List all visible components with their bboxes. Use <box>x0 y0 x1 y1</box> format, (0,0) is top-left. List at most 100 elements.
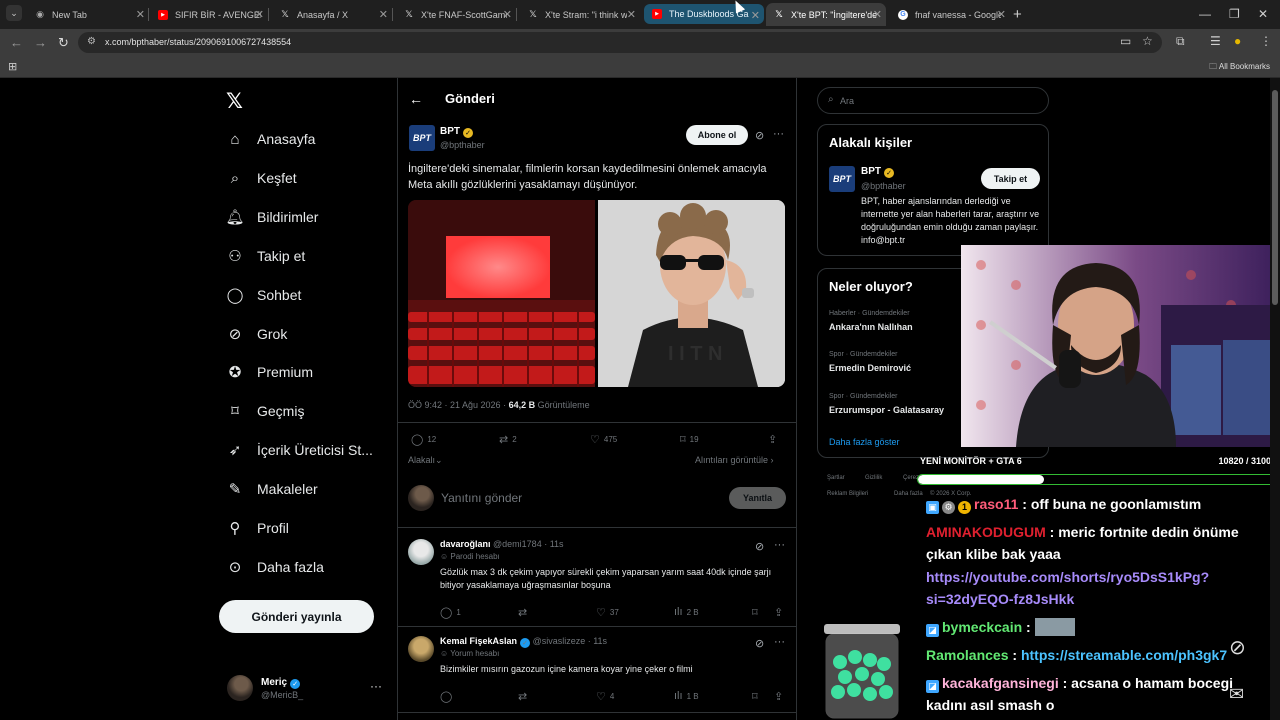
back-arrow-icon[interactable]: ← <box>409 91 423 107</box>
chat-link[interactable]: https://streamable.com/ph3gk7 <box>1021 647 1227 663</box>
author-handle[interactable]: @bpthaber <box>440 140 485 150</box>
nav-item-more[interactable]: ⊙ Daha fazla <box>226 552 324 582</box>
tweet-image-cinema[interactable] <box>408 200 595 387</box>
close-window-icon[interactable]: ✕ <box>1258 7 1268 21</box>
reload-icon[interactable]: ↻ <box>58 35 69 51</box>
restore-icon[interactable]: ❐ <box>1229 7 1240 21</box>
share-action[interactable]: ⇪ <box>768 433 781 446</box>
repost-action[interactable]: ⇄ <box>518 690 531 703</box>
repost-action[interactable]: ⇄ <box>518 606 531 619</box>
tab-x-stram[interactable]: 𝕏 X'te Stram: "i think w ✕ <box>520 3 640 26</box>
close-tab-icon[interactable]: ✕ <box>997 8 1006 21</box>
chat-link[interactable]: https://youtube.com/shorts/ryo5DsS1kPg? <box>926 567 1209 588</box>
show-more-link[interactable]: Daha fazla göster <box>829 437 900 447</box>
share-action[interactable]: ⇪ <box>774 690 787 703</box>
reply-input[interactable]: Yanıtını gönder <box>441 491 522 505</box>
author-name[interactable]: BPT ✓ <box>440 126 473 138</box>
search-input[interactable]: ⌕ Ara <box>817 87 1049 114</box>
bookmark-action[interactable]: ⌑ 19 <box>680 433 699 446</box>
close-tab-icon[interactable]: ✕ <box>503 8 512 21</box>
reply-tweet[interactable]: davaroğlanı @demi1784 · 11s ☺ Parodi hes… <box>408 539 786 623</box>
site-info-icon[interactable]: ⚙ <box>87 36 96 47</box>
tab-search-icon[interactable]: ☰ <box>1210 34 1221 48</box>
grok-icon[interactable]: ⊘ <box>755 129 764 142</box>
person-name[interactable]: BPT ✓ <box>861 166 894 178</box>
tab-youtube-avengers[interactable]: ▶ SIFIR BİR - AVENGERS: ✕ <box>150 3 268 26</box>
more-options-icon[interactable]: ··· <box>774 539 785 551</box>
nav-item-grok[interactable]: ⊘ Grok <box>226 319 288 349</box>
back-icon[interactable]: ← <box>10 35 23 50</box>
account-switcher[interactable]: Meriç ✓ @MericB_ ··· <box>227 675 387 705</box>
avatar[interactable]: BPT <box>829 166 855 192</box>
nav-item-bookmarks[interactable]: ⌑ Geçmiş <box>226 396 304 426</box>
x-logo-icon[interactable]: 𝕏 <box>226 89 243 114</box>
more-options-icon[interactable]: ··· <box>773 128 784 140</box>
nav-item-premium[interactable]: ✪ Premium <box>226 357 313 387</box>
trend-item[interactable]: Erzurumspor - Galatasaray <box>829 405 944 415</box>
nav-item-creator-studio[interactable]: ➶ İçerik Üreticisi St... <box>226 435 373 465</box>
cast-icon[interactable]: ▭ <box>1120 34 1131 48</box>
more-options-icon[interactable]: ··· <box>774 636 785 648</box>
more-options-icon[interactable]: ··· <box>370 679 382 693</box>
close-tab-icon[interactable]: ✕ <box>136 8 145 21</box>
reply-tweet[interactable]: Kemal FişekAslan ✓ @sivaslizeze · 11s ☺ Y… <box>408 636 786 712</box>
view-quotes-link[interactable]: Alıntıları görüntüle › <box>695 455 774 465</box>
close-tab-icon[interactable]: ✕ <box>751 9 760 22</box>
like-action[interactable]: ♡ 475 <box>590 433 617 446</box>
views-action[interactable]: ılı 1 B <box>674 690 699 702</box>
tab-x-home[interactable]: 𝕏 Anasayfa / X ✕ <box>272 3 392 26</box>
repost-action[interactable]: ⇄ 2 <box>499 433 517 446</box>
like-action[interactable]: ♡ 37 <box>596 606 619 619</box>
grok-icon[interactable]: ⊘ <box>755 540 764 553</box>
nav-item-articles[interactable]: ✎ Makaleler <box>226 474 318 504</box>
like-action[interactable]: ♡ 4 <box>596 690 614 703</box>
nav-item-chat[interactable]: ◯ Sohbet <box>226 280 302 310</box>
new-tab-icon[interactable]: + <box>1013 6 1022 23</box>
close-tab-icon[interactable]: ✕ <box>627 8 636 21</box>
tab-x-bpt-active[interactable]: 𝕏 X'te BPT: "İngiltere'de ✕ <box>766 3 886 26</box>
nav-item-notifications[interactable]: 🔔︎ Bildirimler <box>225 202 318 232</box>
grok-icon[interactable]: ⊘ <box>755 637 764 650</box>
footer-link[interactable]: Reklam Bilgileri <box>827 491 868 497</box>
page-scrollbar[interactable] <box>1270 78 1280 720</box>
reply-action[interactable]: ◯ 1 <box>440 606 461 619</box>
all-bookmarks[interactable]: 🗀 All Bookmarks <box>1209 61 1270 75</box>
bookmark-star-icon[interactable]: ☆ <box>1142 34 1153 48</box>
tweet-image-person[interactable]: I I T N <box>598 200 785 387</box>
share-action[interactable]: ⇪ <box>774 606 787 619</box>
close-tab-icon[interactable]: ✕ <box>255 8 264 21</box>
reply-button[interactable]: Yanıtla <box>729 487 786 509</box>
tab-new-tab[interactable]: ◉ New Tab ✕ <box>27 3 149 26</box>
apps-grid-icon[interactable]: ⊞ <box>8 60 17 73</box>
bookmark-action[interactable]: ⌑ <box>752 606 762 619</box>
bookmark-action[interactable]: ⌑ <box>752 690 762 703</box>
views-action[interactable]: ılı 2 B <box>674 606 699 618</box>
trend-item[interactable]: Ankara'nın Nallıhan <box>829 322 913 332</box>
sort-dropdown[interactable]: Alakalı⌄ <box>408 455 443 466</box>
nav-item-explore[interactable]: ⌕ Keşfet <box>226 163 297 193</box>
tab-search-icon[interactable]: ⌄ <box>6 5 22 21</box>
nav-item-home[interactable]: ⌂ Anasayfa <box>226 124 315 154</box>
url-field[interactable]: ⚙ x.com/bpthaber/status/2090691006727438… <box>78 32 1162 53</box>
footer-link[interactable]: Daha fazla <box>894 491 923 497</box>
nav-item-follow[interactable]: ⚇ Takip et <box>226 241 305 271</box>
trend-item[interactable]: Ermedin Demirović <box>829 363 911 373</box>
close-tab-icon[interactable]: ✕ <box>873 8 882 21</box>
follow-button[interactable]: Takip et <box>981 168 1040 189</box>
nav-item-profile[interactable]: ⚲ Profil <box>226 513 289 543</box>
chat-link[interactable]: si=32dyEQO-fz8JsHkk <box>926 589 1074 610</box>
reply-action[interactable]: ◯ 12 <box>411 433 436 446</box>
footer-link[interactable]: Şartlar <box>827 475 845 481</box>
post-button[interactable]: Gönderi yayınla <box>219 600 374 633</box>
extensions-icon[interactable]: ⧉ <box>1176 34 1185 49</box>
grok-floating-icon[interactable]: ⊘ <box>1229 635 1246 660</box>
tab-youtube-duskbloods[interactable]: ▶ The Duskbloods Ga ✕ <box>644 4 764 24</box>
reply-action[interactable]: ◯ <box>440 690 456 703</box>
subscribe-button[interactable]: Abone ol <box>686 125 748 145</box>
minimize-icon[interactable]: — <box>1199 7 1211 21</box>
scrollbar-thumb[interactable] <box>1272 90 1278 305</box>
footer-link[interactable]: Gizlilik <box>865 475 882 481</box>
messages-floating-icon[interactable]: ✉ <box>1229 684 1244 705</box>
tab-x-fnaf[interactable]: 𝕏 X'te FNAF-ScottGames: ✕ <box>396 3 516 26</box>
author-avatar[interactable]: BPT <box>409 125 435 151</box>
